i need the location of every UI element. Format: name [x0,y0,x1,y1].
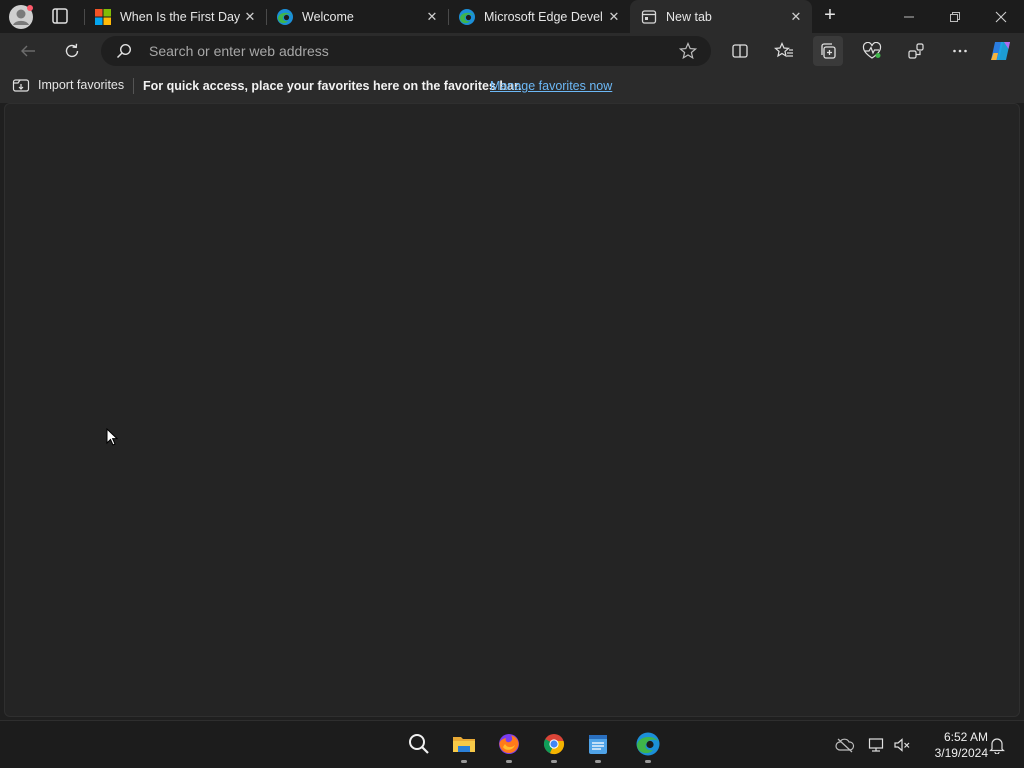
search-icon[interactable] [404,729,434,759]
collections-icon[interactable] [813,36,843,66]
running-indicator [595,760,601,763]
chrome-icon[interactable] [539,729,569,759]
tab-close-icon[interactable]: ✕ [788,9,804,25]
back-arrow-icon[interactable] [14,37,42,65]
tab-title: Microsoft Edge Devel [484,9,603,24]
running-indicator [506,760,512,763]
tab-new-tab[interactable]: New tab ✕ [630,0,812,33]
refresh-icon[interactable] [58,37,86,65]
address-bar[interactable] [101,36,711,66]
file-explorer-icon[interactable] [449,729,479,759]
import-favorites-label: Import favorites [38,78,125,92]
navigation-toolbar [0,33,1024,69]
tab-when-is-the-first-day[interactable]: When Is the First Day ✕ [84,0,266,33]
copilot-icon[interactable] [986,36,1016,66]
firefox-icon[interactable] [494,729,524,759]
tab-close-icon[interactable]: ✕ [424,9,440,25]
clock-date: 3/19/2024 [934,746,988,760]
running-indicator [551,760,557,763]
edge-icon [276,8,294,26]
network-icon[interactable] [867,735,887,755]
clock-time: 6:52 AM [943,730,988,744]
title-bar: When Is the First Day ✕ Welcome ✕ Micros… [0,0,1024,33]
close-window-icon[interactable] [978,0,1024,33]
tab-title: When Is the First Day [120,9,241,24]
manage-favorites-link[interactable]: Manage favorites now [490,79,612,93]
edge-icon[interactable] [633,729,663,759]
onedrive-offline-icon[interactable] [835,735,855,755]
mouse-cursor-icon [106,427,119,446]
favorites-bar: Import favorites For quick access, place… [0,69,1024,103]
new-tab-button[interactable]: + [818,5,842,27]
volume-muted-icon[interactable] [892,735,912,755]
notepad-icon[interactable] [583,729,613,759]
edge-icon [458,8,476,26]
taskbar: 6:52 AM 3/19/2024 [0,720,1024,768]
system-clock[interactable]: 6:52 AM 3/19/2024 [918,729,988,761]
tab-actions-icon[interactable] [48,5,72,27]
tab-title: Welcome [302,9,354,24]
import-favorites-button[interactable]: Import favorites [12,77,124,93]
restore-icon[interactable] [932,0,978,33]
tab-title: New tab [666,9,712,24]
profile-avatar-icon[interactable] [8,4,34,30]
tab-close-icon[interactable]: ✕ [606,9,622,25]
extensions-icon[interactable] [901,36,931,66]
search-icon [116,43,132,59]
tab-close-icon[interactable]: ✕ [242,9,258,25]
tab-microsoft-edge-devel[interactable]: Microsoft Edge Devel ✕ [448,0,630,33]
microsoft-logo-icon [94,8,112,26]
more-options-icon[interactable] [945,36,975,66]
favorites-bar-message: For quick access, place your favorites h… [143,79,522,93]
favorites-separator [133,78,134,94]
running-indicator [645,760,651,763]
notifications-bell-icon[interactable] [987,735,1007,755]
page-content [4,103,1020,717]
minimize-icon[interactable] [886,0,932,33]
running-indicator [461,760,467,763]
browser-essentials-icon[interactable] [857,36,887,66]
import-favorites-icon [12,77,30,93]
tab-welcome[interactable]: Welcome ✕ [266,0,448,33]
favorites-icon[interactable] [769,36,799,66]
split-screen-icon[interactable] [725,36,755,66]
address-input[interactable] [149,41,649,61]
newtab-page-icon [640,8,658,26]
add-favorite-star-icon[interactable] [678,41,698,60]
